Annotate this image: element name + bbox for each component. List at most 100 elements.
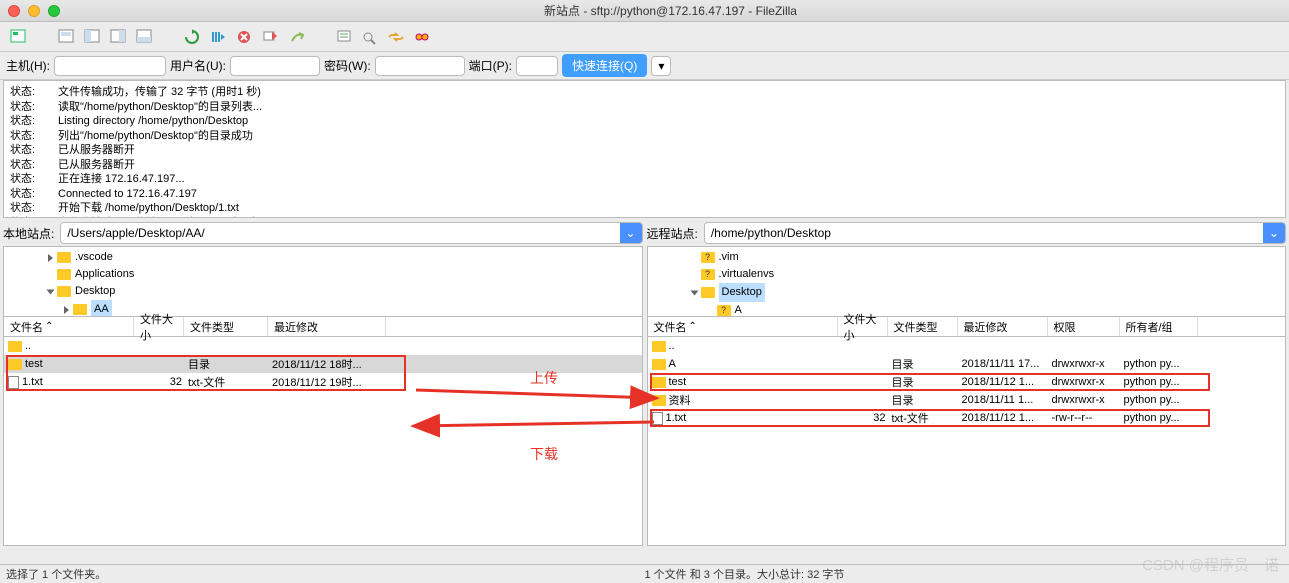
reconnect-icon[interactable]	[286, 26, 308, 48]
local-path-combo[interactable]: ⌄	[60, 222, 642, 244]
close-icon[interactable]	[8, 5, 20, 17]
maximize-icon[interactable]	[48, 5, 60, 17]
host-label: 主机(H):	[6, 57, 50, 74]
file-owner: python py...	[1124, 394, 1202, 406]
col-own[interactable]: 所有者/组	[1120, 317, 1198, 336]
col-size[interactable]: 文件大小	[134, 317, 184, 336]
site-manager-icon[interactable]	[8, 26, 30, 48]
file-mod: 2018/11/12 1...	[962, 412, 1052, 424]
file-row[interactable]: 资料目录2018/11/11 1...drwxrwxr-xpython py..…	[648, 391, 1286, 409]
log-msg: 读取"/home/python/Desktop"的目录列表...	[58, 100, 262, 115]
toggle-queue-icon[interactable]	[134, 26, 156, 48]
file-name: 1.txt	[22, 376, 43, 388]
file-perm: drwxrwxr-x	[1052, 376, 1124, 388]
file-name: test	[669, 376, 687, 388]
folder-icon	[652, 395, 666, 406]
toggle-local-tree-icon[interactable]	[82, 26, 104, 48]
log-msg: Connected to 172.16.47.197	[58, 187, 197, 202]
message-log[interactable]: 状态: 文件传输成功，传输了 32 字节 (用时1 秒)状态:读取"/home/p…	[3, 80, 1286, 218]
folder-icon	[652, 359, 666, 370]
username-input[interactable]	[230, 56, 320, 76]
host-input[interactable]	[54, 56, 166, 76]
file-row[interactable]: test目录2018/11/12 1...drwxrwxr-xpython py…	[648, 373, 1286, 391]
status-bar: 选择了 1 个文件夹。 1 个文件 和 3 个目录。大小总计: 32 字节	[0, 564, 1289, 583]
file-name: ..	[25, 340, 31, 352]
tree-item[interactable]: ? A	[652, 302, 1282, 317]
collapse-icon[interactable]	[690, 290, 698, 295]
file-panes: .vscode Applications Desktop AA 文件名 文件大小…	[3, 246, 1286, 546]
local-path-input[interactable]	[61, 223, 619, 243]
remote-path-combo[interactable]: ⌄	[704, 222, 1286, 244]
tree-label: A	[735, 302, 742, 317]
main-toolbar	[0, 22, 1289, 52]
col-type[interactable]: 文件类型	[184, 317, 268, 336]
folder-icon	[652, 341, 666, 352]
log-label: 状态:	[10, 129, 38, 144]
local-tree[interactable]: .vscode Applications Desktop AA	[4, 247, 642, 317]
remote-path-input[interactable]	[705, 223, 1263, 243]
col-perm[interactable]: 权限	[1048, 317, 1120, 336]
toggle-log-icon[interactable]	[56, 26, 78, 48]
local-site-label: 本地站点:	[3, 225, 54, 242]
remote-file-list[interactable]: ..A目录2018/11/11 17...drwxrwxr-xpython py…	[648, 337, 1286, 545]
log-row: 状态:已从服务器断开	[10, 143, 1279, 158]
col-mod[interactable]: 最近修改	[268, 317, 386, 336]
filter-icon[interactable]	[334, 26, 356, 48]
file-owner: python py...	[1124, 412, 1202, 424]
col-name[interactable]: 文件名	[648, 317, 838, 336]
tree-item[interactable]: ? .vim	[652, 249, 1282, 266]
tree-label: .vim	[719, 249, 739, 266]
quickconnect-button[interactable]: 快速连接(Q)	[562, 54, 647, 77]
tree-item[interactable]: Applications	[8, 266, 638, 283]
tree-item[interactable]: ? .virtualenvs	[652, 266, 1282, 283]
port-label: 端口(P):	[469, 57, 512, 74]
minimize-icon[interactable]	[28, 5, 40, 17]
col-size[interactable]: 文件大小	[838, 317, 888, 336]
toggle-remote-tree-icon[interactable]	[108, 26, 130, 48]
col-name[interactable]: 文件名	[4, 317, 134, 336]
file-type: 目录	[188, 356, 272, 372]
file-row[interactable]: test目录2018/11/12 18时...	[4, 355, 642, 373]
log-row: 状态:读取"/home/python/Desktop"的目录列表...	[10, 100, 1279, 115]
file-name: A	[669, 358, 676, 370]
log-msg: 已从服务器断开	[58, 158, 135, 173]
expand-icon[interactable]	[64, 306, 69, 314]
password-input[interactable]	[375, 56, 465, 76]
tree-item[interactable]: AA	[8, 300, 638, 317]
file-row[interactable]: 1.txt32txt-文件2018/11/12 1...-rw-r--r--py…	[648, 409, 1286, 427]
file-name: 资料	[669, 392, 691, 408]
quickconnect-dropdown[interactable]: ▾	[651, 56, 671, 76]
remote-file-header[interactable]: 文件名 文件大小 文件类型 最近修改 权限 所有者/组	[648, 317, 1286, 337]
cancel-icon[interactable]	[234, 26, 256, 48]
log-row: 状态:Listing directory /home/python/Deskto…	[10, 114, 1279, 129]
compare-icon[interactable]	[360, 26, 382, 48]
chevron-down-icon[interactable]: ⌄	[1263, 223, 1285, 243]
file-row[interactable]: 1.txt32txt-文件2018/11/12 19时...	[4, 373, 642, 391]
log-msg: 文件传输成功，传输了 32 字节 (用时1 秒)	[58, 85, 261, 100]
tree-label: Applications	[75, 266, 134, 283]
file-row[interactable]: ..	[648, 337, 1286, 355]
col-type[interactable]: 文件类型	[888, 317, 958, 336]
remote-tree[interactable]: ? .vim ? .virtualenvs Desktop ? A	[648, 247, 1286, 317]
file-type: txt-文件	[892, 410, 962, 426]
tree-item[interactable]: .vscode	[8, 249, 638, 266]
window-controls	[8, 5, 60, 17]
tree-item[interactable]: Desktop	[652, 283, 1282, 302]
file-row[interactable]: ..	[4, 337, 642, 355]
search-icon[interactable]	[412, 26, 434, 48]
file-type: 目录	[892, 356, 962, 372]
expand-icon[interactable]	[48, 254, 53, 262]
disconnect-icon[interactable]	[260, 26, 282, 48]
file-row[interactable]: A目录2018/11/11 17...drwxrwxr-xpython py..…	[648, 355, 1286, 373]
sync-browse-icon[interactable]	[386, 26, 408, 48]
chevron-down-icon[interactable]: ⌄	[620, 223, 642, 243]
process-queue-icon[interactable]	[208, 26, 230, 48]
col-mod[interactable]: 最近修改	[958, 317, 1048, 336]
collapse-icon[interactable]	[47, 289, 55, 294]
log-msg: 已从服务器断开	[58, 143, 135, 158]
port-input[interactable]	[516, 56, 558, 76]
tree-item[interactable]: Desktop	[8, 283, 638, 300]
local-file-header[interactable]: 文件名 文件大小 文件类型 最近修改	[4, 317, 642, 337]
local-file-list[interactable]: .. test目录2018/11/12 18时...1.txt32txt-文件20…	[4, 337, 642, 545]
refresh-icon[interactable]	[182, 26, 204, 48]
